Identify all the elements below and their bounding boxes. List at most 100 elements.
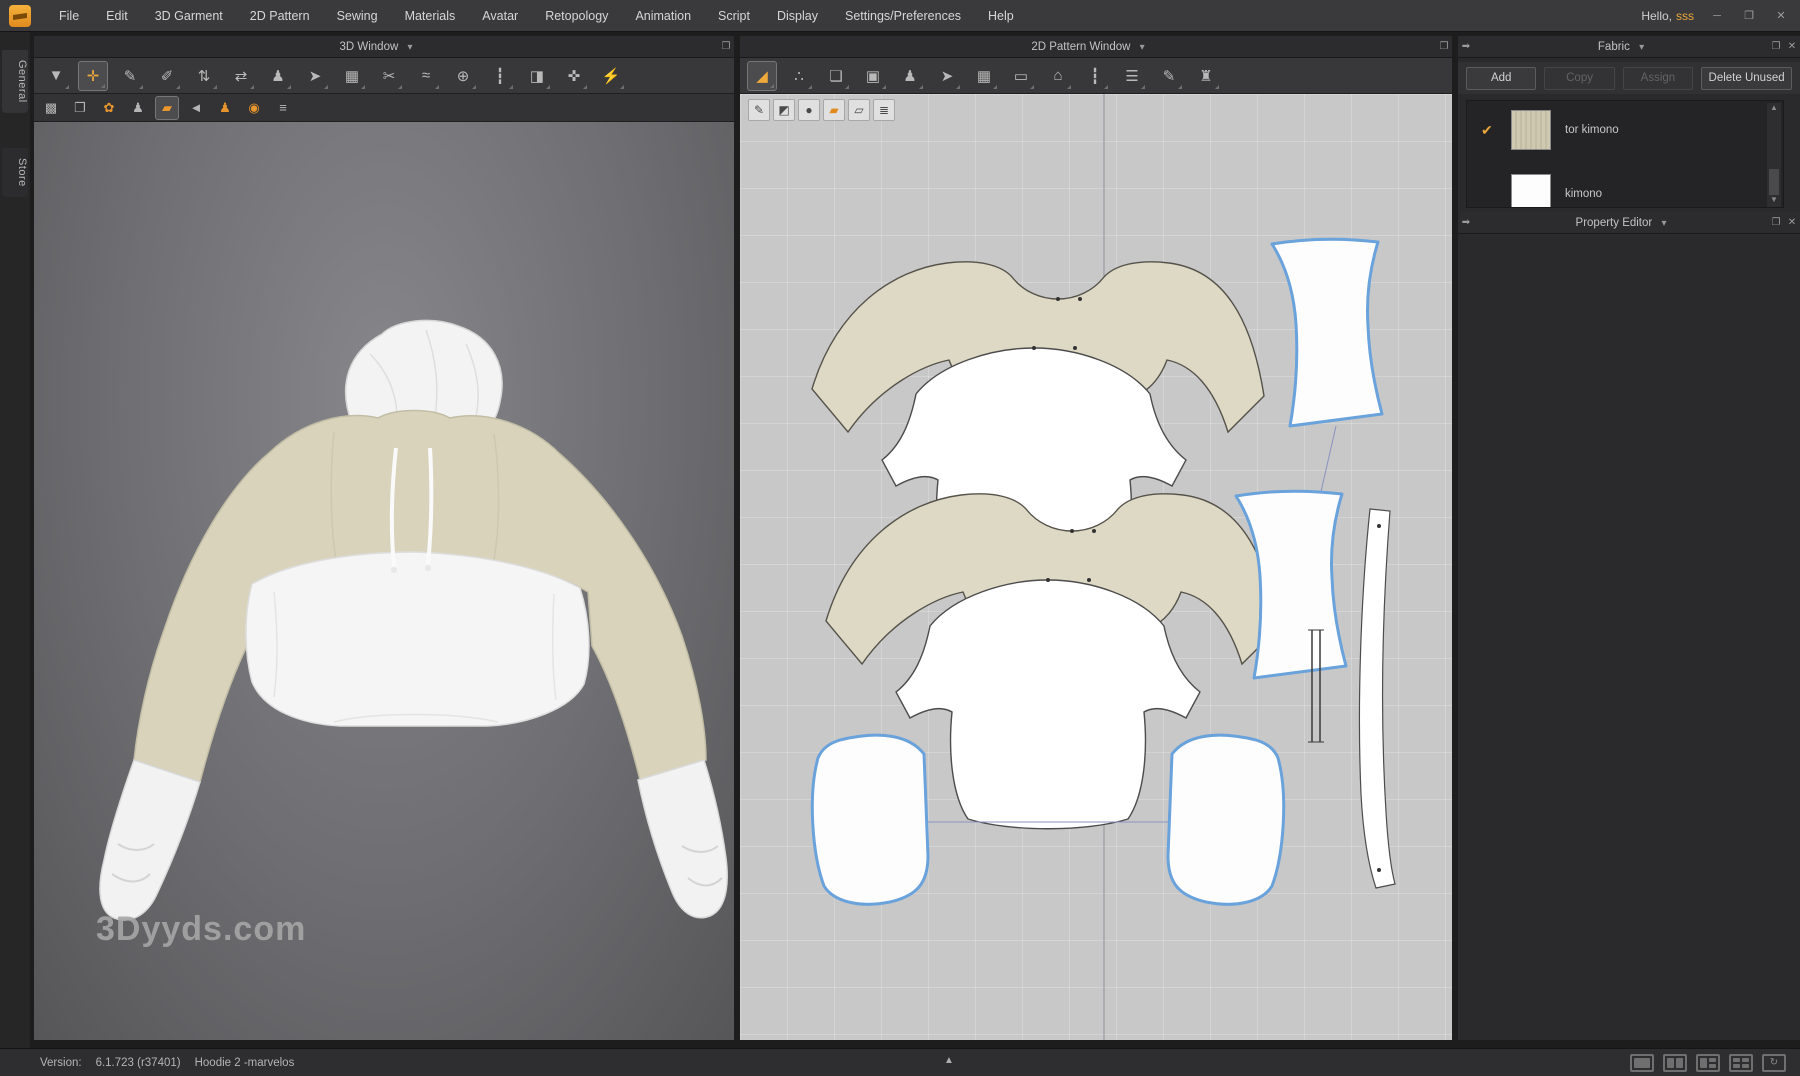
select-sewing-tool-icon[interactable]: ✂ (374, 61, 404, 91)
property-editor-title[interactable]: Property Editor ▾ (1474, 217, 1768, 229)
scale-rack-icon[interactable]: ≡ (271, 96, 295, 120)
show-garment-2d-icon[interactable]: ◩ (773, 99, 795, 121)
simulation-settings-icon[interactable]: ✿ (97, 96, 121, 120)
print-layout-icon[interactable]: ≣ (873, 99, 895, 121)
edit-texture-icon[interactable]: ✎ (748, 99, 770, 121)
single-view-icon[interactable] (1630, 1054, 1654, 1072)
four-pane-view-icon[interactable] (1729, 1054, 1753, 1072)
chevron-down-icon[interactable]: ▾ (1661, 218, 1666, 229)
pattern-canvas-2d[interactable]: ✎ ◩ ● ▰ ▱ ≣ (740, 94, 1452, 1040)
flatten-tool-icon[interactable]: ⌂ (1043, 61, 1073, 91)
collapse-arrow-icon[interactable]: ➡ (1458, 41, 1474, 52)
fabric-list-item[interactable]: ✔ tor kimono (1467, 101, 1783, 159)
show-avatar-icon[interactable]: ♟ (126, 96, 150, 120)
edit-curve-tool-icon[interactable]: ✎ (1154, 61, 1184, 91)
menu-help[interactable]: Help (988, 9, 1014, 23)
menu-retopology[interactable]: Retopology (545, 9, 608, 23)
show-cloth-icon[interactable]: ❐ (68, 96, 92, 120)
menu-2d-pattern[interactable]: 2D Pattern (250, 9, 310, 23)
ghost-mode-icon[interactable]: ◉ (242, 96, 266, 120)
grid-2d-tool-icon[interactable]: ▦ (969, 61, 999, 91)
reset-arrangement-tool-icon[interactable]: ⇄ (226, 61, 256, 91)
menu-display[interactable]: Display (777, 9, 818, 23)
minimize-icon[interactable]: ─ (1708, 10, 1726, 22)
show-base-texture-icon[interactable]: ● (798, 99, 820, 121)
transform-pattern-tool-icon[interactable]: ◢ (747, 61, 777, 91)
steam-tool-icon[interactable]: ≈ (411, 61, 441, 91)
username-label[interactable]: sss (1676, 9, 1694, 23)
sewing-machine-tool-icon[interactable]: ➤ (300, 61, 330, 91)
fabric-swatch-white[interactable] (1511, 174, 1551, 208)
chevron-down-icon[interactable]: ▾ (407, 42, 412, 53)
collapse-arrow-icon[interactable]: ➡ (1458, 217, 1474, 228)
close-icon-fabric[interactable]: ✕ (1784, 41, 1800, 52)
simulate-tool-icon[interactable]: ▼ (41, 61, 71, 91)
undock-icon-property[interactable]: ❐ (1768, 217, 1784, 228)
close-icon[interactable]: ✕ (1772, 9, 1790, 22)
select-move-tool-icon[interactable]: ✛ (78, 61, 108, 91)
add-fabric-button[interactable]: Add (1466, 67, 1536, 90)
arrangement-points-tool-icon[interactable]: ♟ (263, 61, 293, 91)
fabric-name[interactable]: tor kimono (1565, 124, 1619, 136)
colorway-tool-icon[interactable]: ♜ (1191, 61, 1221, 91)
fabric-view-icon[interactable]: ▰ (155, 96, 179, 120)
fold-arrangement-tool-icon[interactable]: ⇅ (189, 61, 219, 91)
close-icon-property[interactable]: ✕ (1784, 217, 1800, 228)
reset-layout-icon[interactable]: ↻ (1762, 1054, 1786, 1072)
edit-pattern-tool-icon[interactable]: ∴ (784, 61, 814, 91)
polygon-pattern-tool-icon[interactable]: ❏ (821, 61, 851, 91)
parallel-pattern-tool-icon[interactable]: ☰ (1117, 61, 1147, 91)
tab-general[interactable]: General (2, 50, 28, 113)
fabric-list[interactable]: ✔ tor kimono kimono ▲ ▼ (1466, 100, 1784, 208)
maximize-icon[interactable]: ❐ (1740, 9, 1758, 22)
show-garment-icon[interactable]: ▩ (39, 96, 63, 120)
select-mesh-tool-icon[interactable]: ✎ (115, 61, 145, 91)
trace-avatar-tool-icon[interactable]: ♟ (895, 61, 925, 91)
quad-mesh-tool-icon[interactable]: ▦ (337, 61, 367, 91)
fabric-swatch-tan[interactable] (1511, 110, 1551, 150)
fabric-on-icon[interactable]: ▰ (823, 99, 845, 121)
menu-avatar[interactable]: Avatar (482, 9, 518, 23)
menu-sewing[interactable]: Sewing (337, 9, 378, 23)
segment-sewing-tool-icon[interactable]: ➤ (932, 61, 962, 91)
undock-icon-2d[interactable]: ❐ (1436, 41, 1452, 52)
menu-animation[interactable]: Animation (635, 9, 691, 23)
fabric-list-item[interactable]: kimono (1467, 165, 1783, 208)
viewport-3d[interactable]: 3Dyyds.com (34, 122, 734, 1040)
menu-script[interactable]: Script (718, 9, 750, 23)
tab-store[interactable]: Store (2, 148, 28, 197)
tack-tool-icon[interactable]: ✜ (559, 61, 589, 91)
two-pane-view-icon[interactable] (1663, 1054, 1687, 1072)
button-tool-icon[interactable]: ⊕ (448, 61, 478, 91)
menu-materials[interactable]: Materials (405, 9, 456, 23)
walk-pose-tool-icon[interactable]: ⚡ (596, 61, 626, 91)
fabric-off-icon[interactable]: ▱ (848, 99, 870, 121)
bottom-collapse-icon[interactable]: ▲ (944, 1055, 954, 1066)
zipper-tool-icon[interactable]: ┇ (485, 61, 515, 91)
fabric-scrollbar[interactable]: ▲ ▼ (1767, 103, 1781, 207)
pleats-tool-icon[interactable]: ┇ (1080, 61, 1110, 91)
image-pattern-tool-icon[interactable]: ▣ (858, 61, 888, 91)
undock-icon-3d[interactable]: ❐ (718, 41, 734, 52)
scroll-up-icon[interactable]: ▲ (1770, 103, 1778, 115)
menu-settings-preferences[interactable]: Settings/Preferences (845, 9, 961, 23)
undock-icon-fabric[interactable]: ❐ (1768, 41, 1784, 52)
fabric-panel-title[interactable]: Fabric ▾ (1474, 41, 1768, 53)
chevron-down-icon[interactable]: ▾ (1639, 42, 1644, 53)
delete-unused-button[interactable]: Delete Unused (1701, 67, 1792, 90)
steam-2d-tool-icon[interactable]: ▭ (1006, 61, 1036, 91)
panel-title-2d[interactable]: 2D Pattern Window ▾ (740, 41, 1436, 53)
chevron-down-icon[interactable]: ▾ (1140, 42, 1145, 53)
three-pane-view-icon[interactable] (1696, 1054, 1720, 1072)
scroll-down-icon[interactable]: ▼ (1770, 195, 1778, 207)
avatar-display-icon[interactable]: ♟ (213, 96, 237, 120)
panel-title-3d[interactable]: 3D Window ▾ (34, 41, 718, 53)
pin-tool-icon[interactable]: ✐ (152, 61, 182, 91)
scrollbar-thumb[interactable] (1769, 169, 1779, 195)
show-arrows-icon[interactable]: ◄ (184, 96, 208, 120)
menu-edit[interactable]: Edit (106, 9, 128, 23)
measure-tool-icon[interactable]: ◨ (522, 61, 552, 91)
fabric-name[interactable]: kimono (1565, 188, 1602, 200)
menu-file[interactable]: File (59, 9, 79, 23)
menu-3d-garment[interactable]: 3D Garment (155, 9, 223, 23)
